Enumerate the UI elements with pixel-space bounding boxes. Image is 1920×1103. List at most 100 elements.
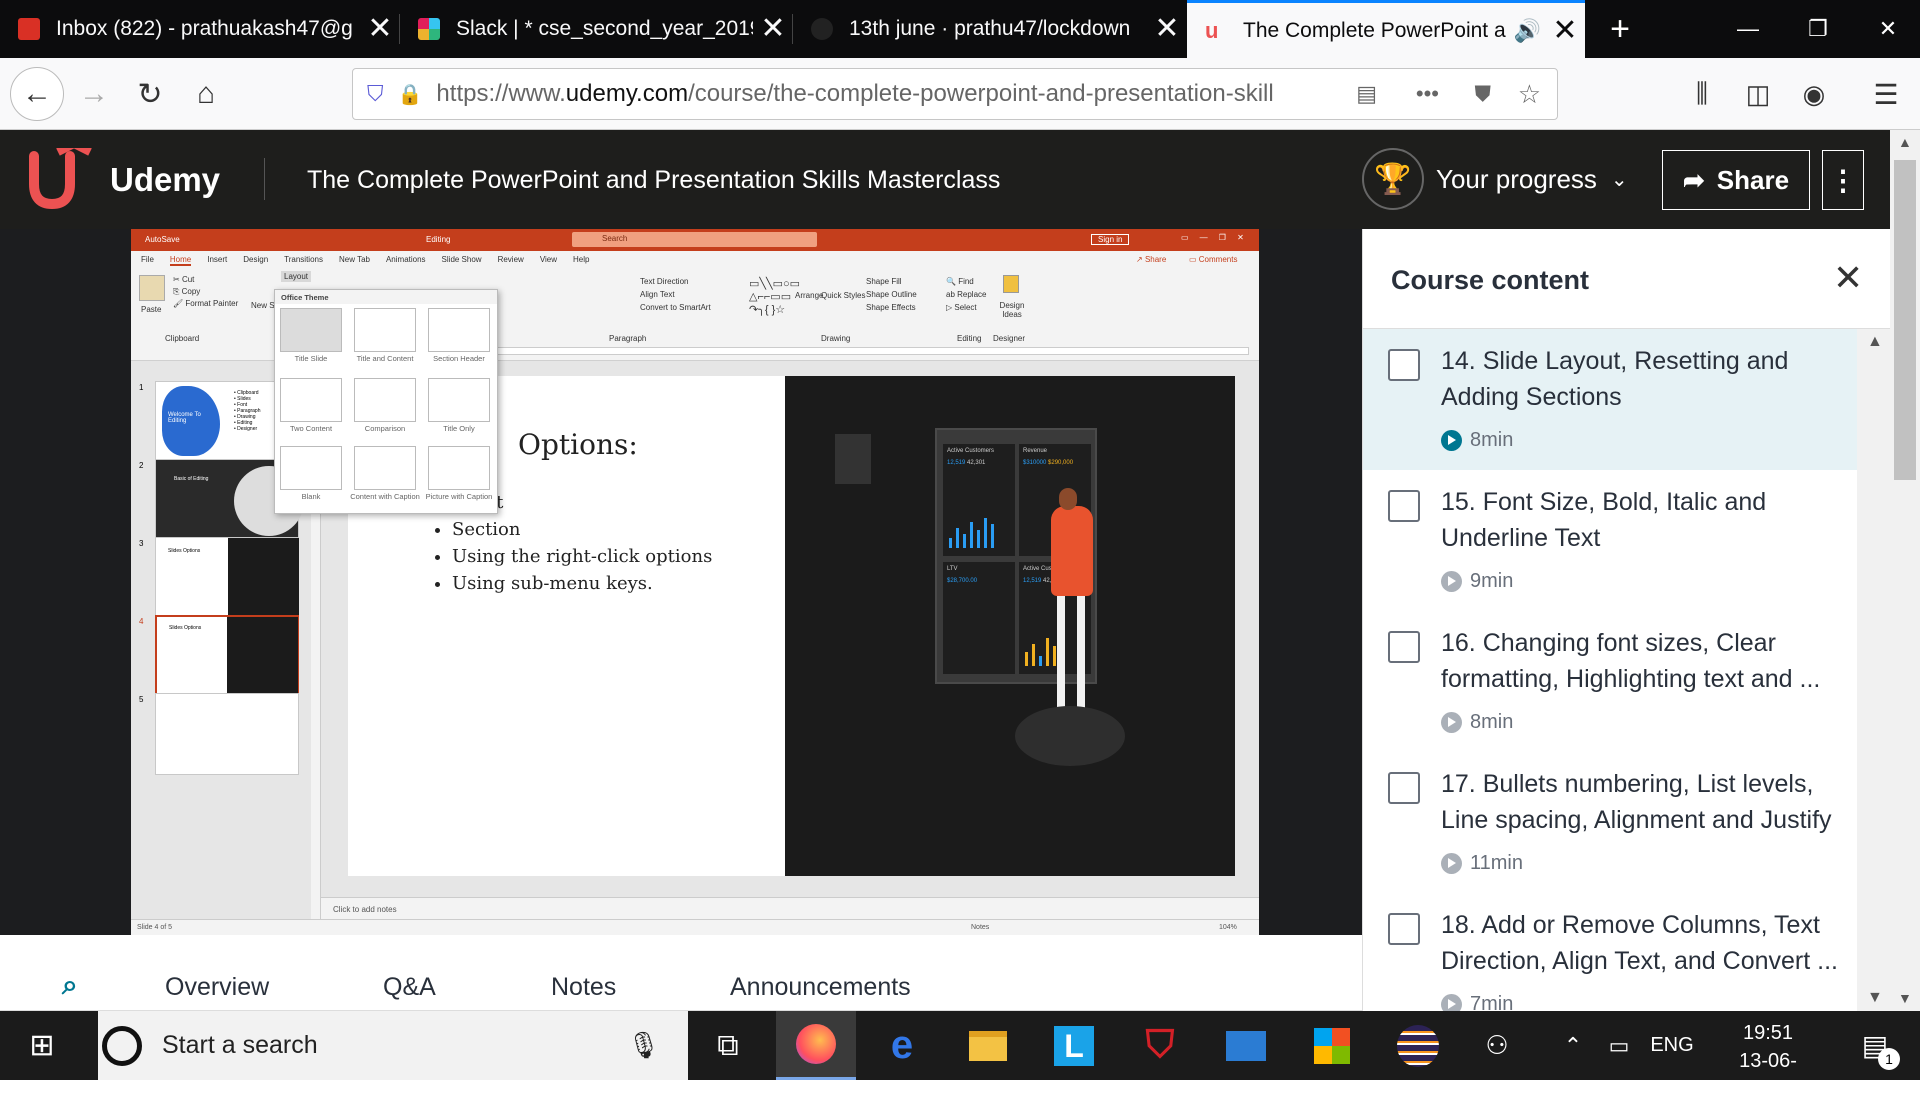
lecture-title: 16. Changing font sizes, Clear formattin… [1441, 629, 1821, 693]
reload-button[interactable]: ↻ [126, 70, 174, 118]
share-button[interactable]: ➦ Share [1662, 150, 1810, 210]
lecture-checkbox[interactable] [1388, 349, 1420, 381]
url-bar[interactable]: ⛉ 🔒 https://www. udemy.com/course/the-com… [352, 68, 1558, 120]
layout-two-content[interactable] [280, 378, 342, 422]
tab-notes[interactable]: Notes [551, 973, 616, 1002]
course-tabs: ⌕ Overview Q&A Notes Announcements [0, 935, 1362, 1011]
slide-thumbnail-5 [155, 693, 299, 775]
close-tab-icon[interactable]: ✕ [360, 0, 400, 58]
pocket-icon[interactable]: ⛊ [1474, 81, 1491, 107]
tab-gmail[interactable]: Inbox (822) - prathuakash47@g ✕ [0, 0, 400, 58]
ppt-title-bar: AutoSave Editing Search Sign in ▭ — ❐ ✕ [131, 229, 1259, 251]
lecture-item-18[interactable]: 18. Add or Remove Columns, Text Directio… [1363, 893, 1857, 1011]
language-indicator[interactable]: ENG [1642, 1011, 1702, 1080]
play-circle-icon [1441, 430, 1462, 451]
sidebar-icon[interactable]: ◫ [1734, 70, 1782, 118]
layout-dropdown[interactable]: Office Theme Title Slide Title and Conte… [274, 289, 498, 514]
forward-button[interactable]: → [70, 70, 118, 118]
close-tab-icon[interactable]: ✕ [1147, 0, 1187, 58]
close-icon[interactable]: ✕ [1833, 257, 1863, 299]
tab-udemy[interactable]: u The Complete PowerPoint a 🔊 ✕ [1187, 0, 1585, 58]
lecture-checkbox[interactable] [1388, 631, 1420, 663]
tab-github[interactable]: 13th june · prathu47/lockdown ✕ [793, 0, 1187, 58]
account-icon[interactable]: ◉ [1790, 70, 1838, 118]
edge-icon[interactable]: e [862, 1011, 942, 1080]
eclipse-icon[interactable] [1378, 1011, 1458, 1080]
tab-title: 13th june · prathu47/lockdown [849, 17, 1131, 40]
layout-comparison[interactable] [354, 378, 416, 422]
lecture-item-17[interactable]: 17. Bullets numbering, List levels, Line… [1363, 752, 1857, 893]
share-label: Share [1716, 164, 1790, 195]
tab-slack[interactable]: Slack | * cse_second_year_2019 ✕ [400, 0, 793, 58]
layout-picture-with-caption[interactable] [428, 446, 490, 490]
show-hidden-icons[interactable]: ⌃ [1550, 1011, 1596, 1080]
close-window-button[interactable]: ✕ [1853, 0, 1920, 58]
layout-title-only[interactable] [428, 378, 490, 422]
github-icon [811, 18, 833, 40]
tab-qa[interactable]: Q&A [383, 973, 436, 1002]
notification-badge: 1 [1878, 1048, 1900, 1070]
navigation-bar: ← → ↻ ⌂ ⛉ 🔒 https://www. udemy.com/course… [0, 58, 1920, 130]
action-center-icon[interactable]: ▤ 1 [1840, 1011, 1910, 1080]
tab-announcements[interactable]: Announcements [730, 973, 911, 1002]
udemy-logo-text[interactable]: Udemy [110, 161, 220, 199]
restore-button[interactable]: ❐ [1783, 0, 1853, 58]
page-scrollbar[interactable]: ▲ ▼ [1890, 130, 1920, 1011]
udemy-logo-icon[interactable] [28, 139, 100, 210]
progress-button[interactable]: 🏆 Your progress ⌄ [1362, 148, 1628, 210]
store-icon[interactable] [1292, 1011, 1372, 1080]
file-explorer-icon[interactable] [948, 1011, 1028, 1080]
task-view-icon[interactable]: ⧉ [688, 1011, 768, 1080]
layout-blank[interactable] [280, 446, 342, 490]
layout-title-and-content[interactable] [354, 308, 416, 352]
lecture-item-14[interactable]: 14. Slide Layout, Resetting and Adding S… [1363, 329, 1857, 470]
course-title[interactable]: The Complete PowerPoint and Presentation… [307, 166, 1000, 195]
lecture-checkbox[interactable] [1388, 772, 1420, 804]
layout-section-header[interactable] [428, 308, 490, 352]
lecture-item-15[interactable]: 15. Font Size, Bold, Italic and Underlin… [1363, 470, 1857, 611]
lecture-duration: 8min [1441, 429, 1513, 452]
search-icon[interactable]: ⌕ [62, 969, 78, 1002]
tab-title: Inbox (822) - prathuakash47@g [56, 17, 353, 40]
library-icon[interactable]: ⫼ [1678, 70, 1726, 118]
lecture-item-16[interactable]: 16. Changing font sizes, Clear formattin… [1363, 611, 1857, 752]
lecture-checkbox[interactable] [1388, 913, 1420, 945]
ppt-search-box: Search [572, 232, 817, 247]
trophy-icon: 🏆 [1362, 148, 1424, 210]
close-tab-icon[interactable]: ✕ [1545, 2, 1585, 60]
sidebar-scrollbar[interactable]: ▲ ▼ [1857, 329, 1891, 1011]
ppt-ruler [443, 347, 1249, 355]
taskbar-search[interactable]: Start a search 🎙 [98, 1011, 688, 1080]
system-clock[interactable]: 19:51 13-06-2020 [1718, 1019, 1818, 1103]
lecture-checkbox[interactable] [1388, 490, 1420, 522]
mail-icon[interactable] [1206, 1011, 1286, 1080]
battery-icon[interactable]: ▭ [1596, 1011, 1642, 1080]
layout-dropdown-heading: Office Theme [275, 290, 497, 304]
menu-icon[interactable]: ☰ [1862, 70, 1910, 118]
layout-content-with-caption[interactable] [354, 446, 416, 490]
home-icon[interactable]: ⌂ [182, 70, 230, 118]
microphone-icon[interactable]: 🎙 [627, 1030, 660, 1061]
more-actions-icon[interactable]: ••• [1416, 81, 1439, 107]
ppt-status-bar: Slide 4 of 5 Notes 104% [131, 919, 1259, 935]
minimize-button[interactable]: — [1713, 0, 1783, 58]
windows-start-icon[interactable]: ⊞ [0, 1011, 84, 1080]
video-player[interactable]: AutoSave Editing Search Sign in ▭ — ❐ ✕ … [0, 229, 1362, 935]
new-tab-button[interactable]: + [1585, 0, 1655, 58]
layout-title-slide[interactable] [280, 308, 342, 352]
tab-overview[interactable]: Overview [165, 973, 269, 1002]
url-domain: udemy.com [565, 80, 689, 107]
lecture-title: 18. Add or Remove Columns, Text Directio… [1441, 911, 1838, 975]
people-icon[interactable]: ⚇ [1470, 1011, 1524, 1080]
close-tab-icon[interactable]: ✕ [753, 0, 793, 58]
mcafee-icon[interactable]: ⛉ [1120, 1011, 1200, 1080]
bookmark-star-icon[interactable]: ☆ [1518, 79, 1541, 110]
back-button[interactable]: ← [10, 67, 64, 121]
firefox-icon[interactable] [776, 1011, 856, 1080]
speaker-icon[interactable]: 🔊 [1514, 18, 1541, 44]
reader-view-icon[interactable]: ▤ [1356, 81, 1377, 107]
lock-icon: 🔒 [397, 83, 423, 106]
lens-app-icon[interactable]: L [1034, 1011, 1114, 1080]
more-options-button[interactable]: ⋮ [1822, 150, 1864, 210]
course-content-title: Course content [1391, 265, 1590, 295]
